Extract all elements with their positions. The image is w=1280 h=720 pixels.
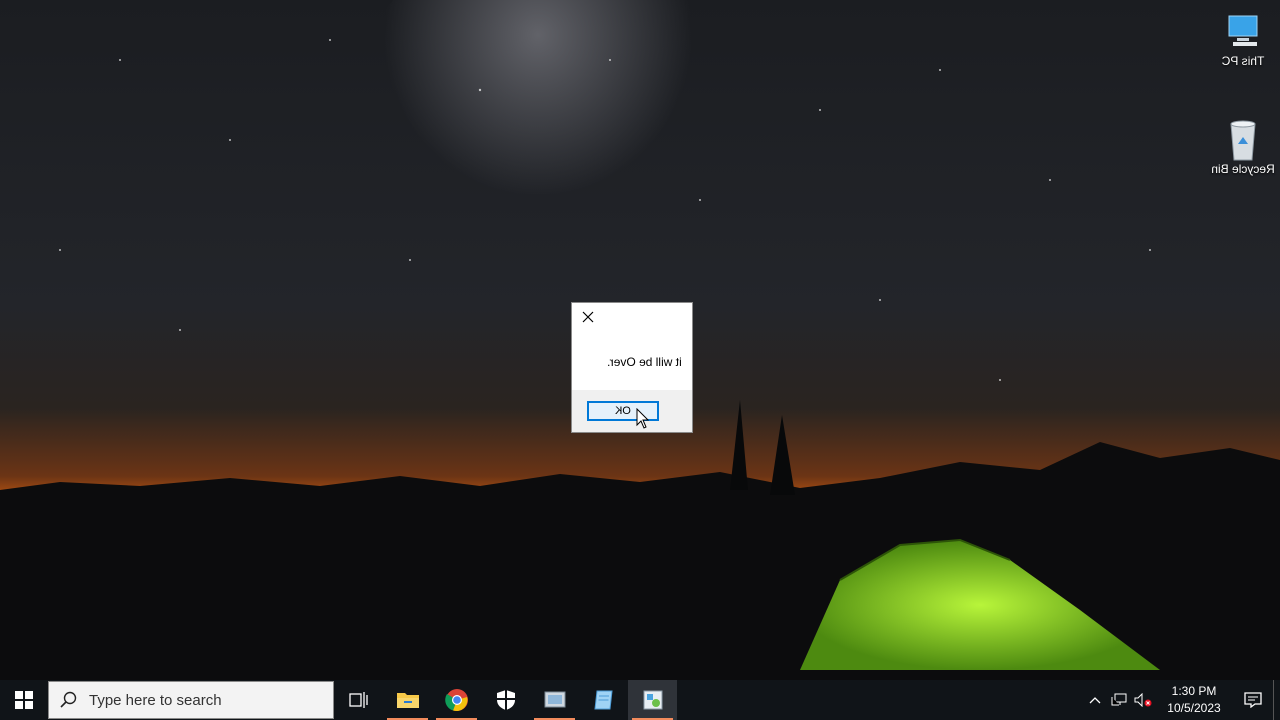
ok-button-label: OK <box>615 405 631 417</box>
clock-time: 1:30 PM <box>1171 684 1217 698</box>
folder-icon <box>396 693 419 708</box>
taskbar-app-windows-security[interactable] <box>481 680 530 720</box>
chevron-up-icon[interactable] <box>1083 680 1107 720</box>
close-icon[interactable] <box>580 309 596 325</box>
app-icon <box>544 691 565 708</box>
taskbar-app-1[interactable] <box>530 680 579 720</box>
search-box[interactable]: Type here to search <box>48 681 334 719</box>
notification-icon[interactable] <box>1233 692 1273 708</box>
system-tray: 1:30 PM 10/5/2023 <box>1083 680 1280 720</box>
recycle-bin-icon <box>1208 118 1278 162</box>
taskbar-app-file-explorer[interactable] <box>383 680 432 720</box>
chrome-icon <box>444 689 468 712</box>
search-placeholder: Type here to search <box>89 691 222 709</box>
dialog-footer: OK <box>572 390 692 432</box>
search-icon <box>49 691 89 709</box>
notepad-icon <box>593 690 613 710</box>
clock-date: 10/5/2023 <box>1167 701 1221 715</box>
desktop-icon-label: Recycle Bin <box>1211 162 1275 176</box>
taskbar: Type here to search 1:30 PM 10/5/2023 <box>0 680 1280 720</box>
mouse-cursor-icon <box>636 408 650 429</box>
desktop-icon-this-pc[interactable]: This PC <box>1208 10 1278 68</box>
show-desktop-button[interactable] <box>1273 680 1280 720</box>
task-view-button[interactable] <box>334 680 383 720</box>
dialog-message: it will be Over. <box>607 355 682 369</box>
taskbar-app-2[interactable] <box>579 680 628 720</box>
shield-icon <box>496 690 515 710</box>
start-button[interactable] <box>0 680 48 720</box>
taskbar-app-chrome[interactable] <box>432 680 481 720</box>
app-icon <box>643 690 662 710</box>
taskbar-app-3[interactable] <box>628 680 677 720</box>
task-view-icon <box>348 692 368 708</box>
desktop-icon-label: This PC <box>1221 54 1265 68</box>
volume-muted-icon[interactable] <box>1131 680 1155 720</box>
windows-logo-icon <box>15 691 33 709</box>
this-pc-icon <box>1208 10 1278 54</box>
taskbar-clock[interactable]: 1:30 PM 10/5/2023 <box>1155 683 1233 717</box>
message-dialog: it will be Over. OK <box>571 302 693 433</box>
network-icon[interactable] <box>1107 680 1131 720</box>
desktop-icon-recycle-bin[interactable]: Recycle Bin <box>1208 118 1278 176</box>
